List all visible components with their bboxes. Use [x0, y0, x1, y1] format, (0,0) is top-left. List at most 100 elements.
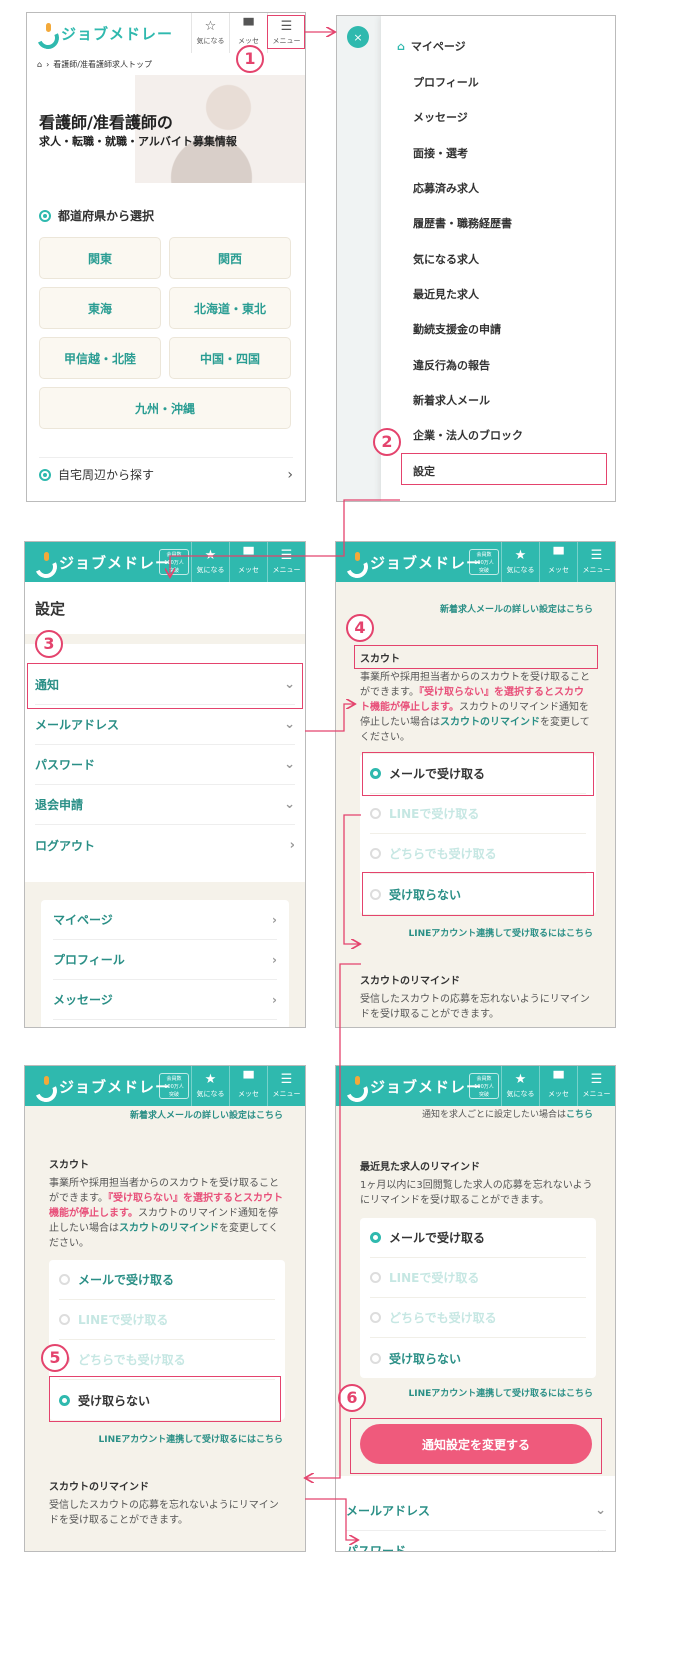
region-kanto[interactable]: 関東: [39, 237, 161, 279]
line-link[interactable]: LINEアカウント連携して受け取るにはこちら: [409, 926, 594, 939]
home-icon[interactable]: ⌂: [37, 60, 42, 69]
menu-button[interactable]: ☰ メニュー: [267, 1066, 305, 1106]
menu-button[interactable]: ☰ メニュー: [577, 542, 615, 582]
remind-description: 受信したスカウトの応募を忘れないようにリマインドを受け取ることができます。: [360, 994, 590, 1020]
home-icon: ⌂: [397, 39, 405, 53]
hamburger-icon: ☰: [280, 1072, 293, 1087]
new-mail-settings-link[interactable]: 新着求人メールの詳しい設定はこちら: [130, 1108, 283, 1121]
region-hokkaido-tohoku[interactable]: 北海道・東北: [169, 287, 291, 329]
menu-item-recent[interactable]: 最近見た求人: [413, 286, 479, 302]
logo[interactable]: ジョブメドレー: [33, 552, 170, 573]
recent-option-mail[interactable]: メールで受け取る: [370, 1218, 586, 1258]
panel-submit: ジョブメドレー 会員数 100万人 突破 ★ 気になる ▀ メッセ ☰ メニュー 通知を求…: [335, 1065, 616, 1552]
fav-button[interactable]: ☆ 気になる: [191, 13, 229, 53]
star-icon: ★: [514, 1072, 527, 1087]
line-link[interactable]: LINEアカウント連携して受け取るにはこちら: [99, 1432, 284, 1445]
member-badge: 会員数 100万人 突破: [469, 1073, 499, 1099]
recent-option-line[interactable]: LINEで受け取る: [370, 1258, 586, 1298]
menu-item-interview[interactable]: 面接・選考: [413, 145, 468, 161]
logo-icon: [33, 1076, 53, 1096]
scout-description: 事業所や採用担当者からのスカウトを受け取ることができます。『受け取らない』を選択…: [49, 1178, 283, 1249]
hamburger-icon: ☰: [590, 548, 603, 563]
chevron-down-icon: ⌄: [595, 1543, 606, 1552]
radio-icon: [370, 1272, 381, 1283]
header: ジョブメドレー 会員数 100万人 突破 ★ 気になる ▀ メッセ ☰ メニュー: [336, 1066, 615, 1106]
region-kansai[interactable]: 関西: [169, 237, 291, 279]
panel-scout-selected: ジョブメドレー 会員数 100万人 突破 ★ 気になる ▀ メッセ ☰ メニュー 新着求人…: [24, 1065, 306, 1552]
link-mypage[interactable]: マイページ ›: [53, 900, 277, 940]
breadcrumb: ⌂ › 看護師/准看護師求人トップ: [37, 60, 152, 69]
fav-button[interactable]: ★ 気になる: [191, 542, 229, 582]
region-kyushu-okinawa[interactable]: 九州・沖縄: [39, 387, 291, 429]
logo[interactable]: ジョブメドレー: [344, 552, 481, 573]
chat-icon: ▀: [553, 548, 564, 563]
panel-scout: ジョブメドレー 会員数 100万人 突破 ★ 気になる ▀ メッセ ☰ メニュー 新着求人…: [335, 541, 616, 1028]
logo[interactable]: ジョブメドレー: [35, 23, 191, 44]
chevron-right-icon: ›: [289, 837, 295, 853]
close-icon[interactable]: ×: [347, 26, 369, 48]
menu-item-resume[interactable]: 履歴書・職務経歴書: [413, 215, 512, 231]
menu-item-favorites[interactable]: 気になる求人: [413, 251, 479, 267]
menu-item-applied[interactable]: 応募済み求人: [413, 180, 479, 196]
fav-button[interactable]: ★ 気になる: [501, 542, 539, 582]
scout-description: 事業所や採用担当者からのスカウトを受け取ることができます。『受け取らない』を選択…: [360, 672, 590, 743]
menu-button[interactable]: ☰ メニュー: [267, 542, 305, 582]
chevron-right-icon: ›: [272, 952, 277, 967]
link-profile[interactable]: プロフィール ›: [53, 940, 277, 980]
menu-list: ⌂ マイページ プロフィール メッセージ 面接・選考 応募済み求人 履歴書・職務経…: [381, 16, 615, 501]
settings-email[interactable]: メールアドレス ⌄: [346, 1491, 606, 1531]
hero-banner: 看護師/准看護師の 求人・転職・就職・アルバイト募集情報: [27, 75, 305, 183]
hamburger-icon: ☰: [280, 548, 293, 563]
line-link[interactable]: LINEアカウント連携して受け取るにはこちら: [409, 1386, 594, 1399]
region-chugoku-shikoku[interactable]: 中国・四国: [169, 337, 291, 379]
message-button[interactable]: ▀ メッセ: [539, 542, 577, 582]
menu-item-bonus[interactable]: 勤続支援金の申請: [413, 321, 501, 337]
highlight-option-none: [49, 1376, 281, 1422]
settings-logout[interactable]: ログアウト ›: [35, 825, 295, 865]
settings-withdraw[interactable]: 退会申請 ⌄: [35, 785, 295, 825]
radio-icon: [59, 1314, 70, 1325]
menu-item-new-mail[interactable]: 新着求人メール: [413, 392, 490, 408]
remind-description: 受信したスカウトの応募を忘れないようにリマインドを受け取ることができます。: [49, 1500, 279, 1526]
link-message[interactable]: メッセージ ›: [53, 980, 277, 1020]
region-tokai[interactable]: 東海: [39, 287, 161, 329]
member-badge: 会員数 100万人 突破: [469, 549, 499, 575]
scout-option-both[interactable]: どちらでも受け取る: [370, 834, 586, 874]
scout-option-mail[interactable]: メールで受け取る: [59, 1260, 275, 1300]
panel-top-page: ジョブメドレー ☆ 気になる ▀ メッセ ☰ メニュー ⌂ › 看護師/准看護師求人トップ…: [26, 12, 306, 502]
recent-options: メールで受け取る LINEで受け取る どちらでも受け取る 受け取らない: [360, 1218, 596, 1378]
chevron-down-icon: ⌄: [284, 757, 295, 772]
nearby-search[interactable]: 自宅周辺から探す ›: [39, 457, 293, 491]
message-button[interactable]: ▀ メッセ: [229, 542, 267, 582]
settings-password[interactable]: パスワード ⌄: [346, 1531, 606, 1552]
settings-email[interactable]: メールアドレス ⌄: [35, 705, 295, 745]
menu-button[interactable]: ☰ メニュー: [577, 1066, 615, 1106]
highlight-option-mail: [362, 752, 594, 796]
menu-item-message[interactable]: メッセージ: [413, 109, 468, 125]
logo[interactable]: ジョブメドレー: [33, 1076, 170, 1097]
fav-button[interactable]: ★ 気になる: [501, 1066, 539, 1106]
menu-item-block[interactable]: 企業・法人のブロック: [413, 427, 523, 443]
step-2-marker: 2: [373, 428, 401, 456]
message-button[interactable]: ▀ メッセ: [539, 1066, 577, 1106]
message-button[interactable]: ▀ メッセ: [229, 1066, 267, 1106]
scout-option-both[interactable]: どちらでも受け取る: [59, 1340, 275, 1380]
per-job-note: 通知を求人ごとに設定したい場合はこちら: [421, 1110, 593, 1120]
menu-item-report[interactable]: 違反行為の報告: [413, 357, 490, 373]
scout-option-line[interactable]: LINEで受け取る: [59, 1300, 275, 1340]
recent-option-none[interactable]: 受け取らない: [370, 1338, 586, 1378]
fav-button[interactable]: ★ 気になる: [191, 1066, 229, 1106]
new-mail-settings-link[interactable]: 新着求人メールの詳しい設定はこちら: [440, 602, 593, 615]
highlight-menu: [267, 15, 305, 49]
recent-heading: 最近見た求人のリマインド: [360, 1162, 480, 1173]
logo[interactable]: ジョブメドレー: [344, 1076, 481, 1097]
settings-password[interactable]: パスワード ⌄: [35, 745, 295, 785]
hamburger-icon: ☰: [590, 1072, 603, 1087]
menu-item-mypage[interactable]: ⌂ マイページ: [397, 38, 466, 54]
logo-icon: [344, 552, 364, 572]
recent-option-both[interactable]: どちらでも受け取る: [370, 1298, 586, 1338]
menu-item-profile[interactable]: プロフィール: [413, 74, 479, 90]
hero-subtitle: 求人・転職・就職・アルバイト募集情報: [39, 135, 237, 148]
region-koshinetsu-hokuriku[interactable]: 甲信越・北陸: [39, 337, 161, 379]
scout-option-line[interactable]: LINEで受け取る: [370, 794, 586, 834]
